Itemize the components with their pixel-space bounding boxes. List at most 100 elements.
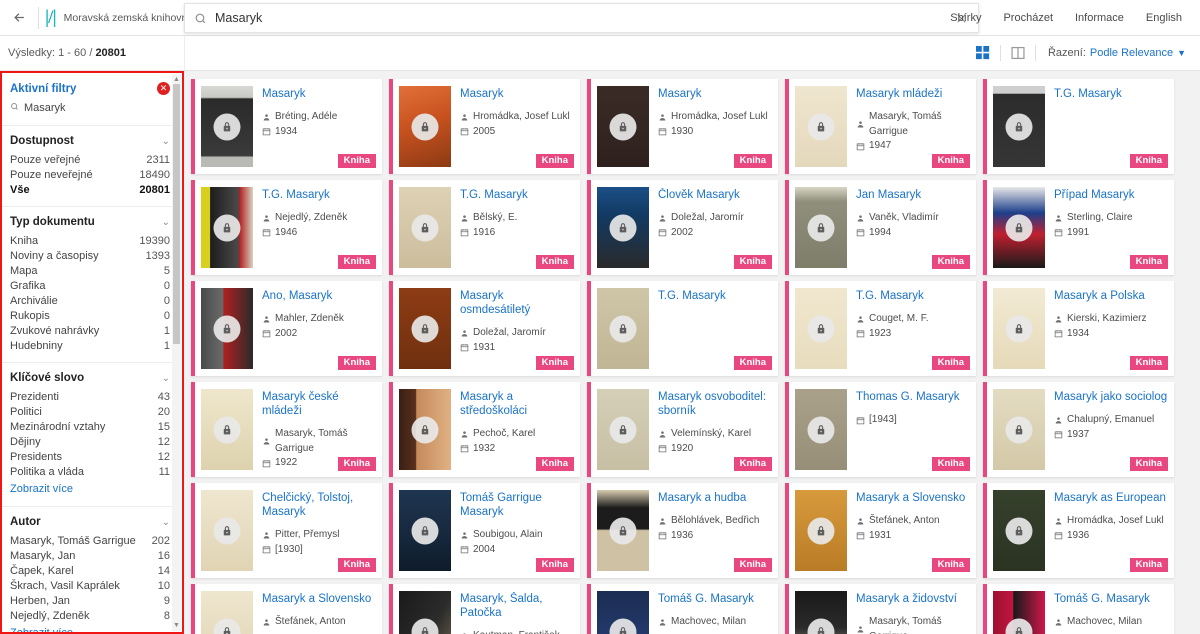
nav-item-prochazet[interactable]: Procházet xyxy=(993,6,1063,30)
result-title[interactable]: Masaryk a Slovensko xyxy=(262,592,376,606)
result-title[interactable]: T.G. Masaryk xyxy=(262,188,376,202)
result-card[interactable]: T.G. Masaryk Couget, M. F. 1923 Kniha xyxy=(785,281,976,376)
result-thumbnail[interactable] xyxy=(993,187,1045,268)
result-card[interactable]: Masaryk osvoboditel: sborník Velemínský,… xyxy=(587,382,778,477)
filter-option[interactable]: Masaryk, Tomáš Garrigue202 xyxy=(10,533,170,548)
filter-option[interactable]: Mapa5 xyxy=(10,263,170,278)
sidebar-scrollbar-thumb[interactable] xyxy=(173,84,180,344)
filter-option[interactable]: Škrach, Vasil Kaprálek10 xyxy=(10,578,170,593)
sort-value[interactable]: Podle Relevance xyxy=(1090,47,1173,59)
result-card[interactable]: Masaryk a Slovensko Štefánek, Anton Knih… xyxy=(191,584,382,634)
filter-option[interactable]: Pouze neveřejné 18490 xyxy=(10,167,170,182)
result-title[interactable]: Masaryk xyxy=(658,87,772,101)
show-more-link[interactable]: Zobrazit více xyxy=(10,624,73,632)
filter-option[interactable]: Prezidenti43 xyxy=(10,389,170,404)
chevron-down-icon[interactable]: ⌄ xyxy=(162,517,170,528)
result-card[interactable]: Případ Masaryk Sterling, Claire 1991 Kni… xyxy=(983,180,1174,275)
filter-section-header[interactable]: Autor ⌄ xyxy=(10,516,170,528)
result-title[interactable]: Masaryk české mládeži xyxy=(262,390,376,418)
filter-option[interactable]: Politici20 xyxy=(10,404,170,419)
filter-option[interactable]: Zvukové nahrávky1 xyxy=(10,323,170,338)
clear-all-filters-button[interactable]: ✕ xyxy=(157,82,170,95)
scroll-down-icon[interactable]: ▼ xyxy=(173,622,180,629)
filter-option[interactable]: Grafika0 xyxy=(10,278,170,293)
filter-option[interactable]: Presidents12 xyxy=(10,449,170,464)
result-title[interactable]: Tomáš G. Masaryk xyxy=(1054,592,1168,606)
result-title[interactable]: Masaryk a Polska xyxy=(1054,289,1168,303)
filter-option[interactable]: Dějiny12 xyxy=(10,434,170,449)
result-card[interactable]: Masaryk české mládeži Masaryk, Tomáš Gar… xyxy=(191,382,382,477)
result-card[interactable]: Chelčický, Tolstoj, Masaryk Pitter, Přem… xyxy=(191,483,382,578)
filter-option[interactable]: Archiválie0 xyxy=(10,293,170,308)
result-card[interactable]: Ano, Masaryk Mahler, Zdeněk 2002 Kniha xyxy=(191,281,382,376)
result-thumbnail[interactable] xyxy=(795,591,847,634)
result-card[interactable]: Masaryk a Slovensko Štefánek, Anton 1931… xyxy=(785,483,976,578)
result-thumbnail[interactable] xyxy=(399,591,451,634)
result-thumbnail[interactable] xyxy=(597,389,649,470)
result-thumbnail[interactable] xyxy=(597,86,649,167)
filter-option[interactable]: Hudebniny1 xyxy=(10,338,170,353)
result-card[interactable]: T.G. Masaryk Nejedlý, Zdeněk 1946 Kniha xyxy=(191,180,382,275)
filter-option[interactable]: Politika a vláda11 xyxy=(10,464,170,479)
result-thumbnail[interactable] xyxy=(399,187,451,268)
result-card[interactable]: Masaryk mládeži Masaryk, Tomáš Garrigue … xyxy=(785,79,976,174)
result-thumbnail[interactable] xyxy=(795,187,847,268)
result-card[interactable]: Masaryk Bréting, Adéle 1934 Kniha xyxy=(191,79,382,174)
filter-option[interactable]: Čapek, Karel14 xyxy=(10,563,170,578)
result-title[interactable]: Ano, Masaryk xyxy=(262,289,376,303)
result-card[interactable]: Tomáš Garrigue Masaryk Soubigou, Alain 2… xyxy=(389,483,580,578)
result-card[interactable]: Masaryk jako sociolog Chalupný, Emanuel … xyxy=(983,382,1174,477)
filter-section-header[interactable]: Dostupnost ⌄ xyxy=(10,135,170,147)
filter-option[interactable]: Herben, Jan9 xyxy=(10,593,170,608)
result-thumbnail[interactable] xyxy=(795,490,847,571)
result-title[interactable]: Masaryk, Šalda, Patočka xyxy=(460,592,574,620)
result-card[interactable]: T.G. Masaryk Kniha xyxy=(983,79,1174,174)
result-title[interactable]: T.G. Masaryk xyxy=(1054,87,1168,101)
result-title[interactable]: Tomáš G. Masaryk xyxy=(658,592,772,606)
result-thumbnail[interactable] xyxy=(597,288,649,369)
result-thumbnail[interactable] xyxy=(201,86,253,167)
result-thumbnail[interactable] xyxy=(993,86,1045,167)
filter-section-header[interactable]: Klíčové slovo ⌄ xyxy=(10,372,170,384)
result-thumbnail[interactable] xyxy=(201,288,253,369)
result-thumbnail[interactable] xyxy=(201,591,253,634)
book-view-icon[interactable] xyxy=(1001,46,1035,60)
chevron-down-icon[interactable]: ⌄ xyxy=(162,217,170,228)
active-filter-item[interactable]: Masaryk xyxy=(10,100,170,116)
site-logo[interactable]: |/| xyxy=(38,7,56,29)
result-title[interactable]: T.G. Masaryk xyxy=(460,188,574,202)
result-title[interactable]: T.G. Masaryk xyxy=(658,289,772,303)
result-title[interactable]: Masaryk as European xyxy=(1054,491,1168,505)
result-card[interactable]: Člověk Masaryk Doležal, Jaromír 2002 Kni… xyxy=(587,180,778,275)
result-thumbnail[interactable] xyxy=(795,288,847,369)
sort-control[interactable]: Řazení: Podle Relevance ▼ xyxy=(1036,47,1190,59)
result-card[interactable]: Masaryk Hromádka, Josef Lukl 1930 Kniha xyxy=(587,79,778,174)
result-title[interactable]: Masaryk jako sociolog xyxy=(1054,390,1168,404)
result-card[interactable]: Tomáš G. Masaryk Machovec, Milan Kniha xyxy=(983,584,1174,634)
result-thumbnail[interactable] xyxy=(597,187,649,268)
result-card[interactable]: Jan Masaryk Vaněk, Vladimír 1994 Kniha xyxy=(785,180,976,275)
result-title[interactable]: Masaryk osmdesátiletý xyxy=(460,289,574,317)
result-thumbnail[interactable] xyxy=(795,86,847,167)
filter-option[interactable]: Pouze veřejné 2311 xyxy=(10,152,170,167)
nav-item-sbirky[interactable]: Sbírky xyxy=(940,6,991,30)
result-title[interactable]: Masaryk a Slovensko xyxy=(856,491,970,505)
result-card[interactable]: Masaryk a hudba Bělohlávek, Bedřich 1936… xyxy=(587,483,778,578)
result-title[interactable]: Případ Masaryk xyxy=(1054,188,1168,202)
result-title[interactable]: Masaryk osvoboditel: sborník xyxy=(658,390,772,418)
show-more-link[interactable]: Zobrazit více xyxy=(10,480,73,495)
result-thumbnail[interactable] xyxy=(597,490,649,571)
scroll-up-icon[interactable]: ▲ xyxy=(173,76,180,83)
result-card[interactable]: Thomas G. Masaryk [1943] Kniha xyxy=(785,382,976,477)
filter-option[interactable]: Mezinárodní vztahy15 xyxy=(10,419,170,434)
search-bar[interactable] xyxy=(184,3,979,33)
chevron-down-icon[interactable]: ⌄ xyxy=(162,136,170,147)
result-thumbnail[interactable] xyxy=(399,288,451,369)
result-card[interactable]: Masaryk as European Hromádka, Josef Lukl… xyxy=(983,483,1174,578)
result-title[interactable]: Jan Masaryk xyxy=(856,188,970,202)
result-thumbnail[interactable] xyxy=(597,591,649,634)
result-card[interactable]: Masaryk a Polska Kierski, Kazimierz 1934… xyxy=(983,281,1174,376)
result-thumbnail[interactable] xyxy=(399,86,451,167)
result-thumbnail[interactable] xyxy=(993,591,1045,634)
result-card[interactable]: T.G. Masaryk Bělský, E. 1916 Kniha xyxy=(389,180,580,275)
